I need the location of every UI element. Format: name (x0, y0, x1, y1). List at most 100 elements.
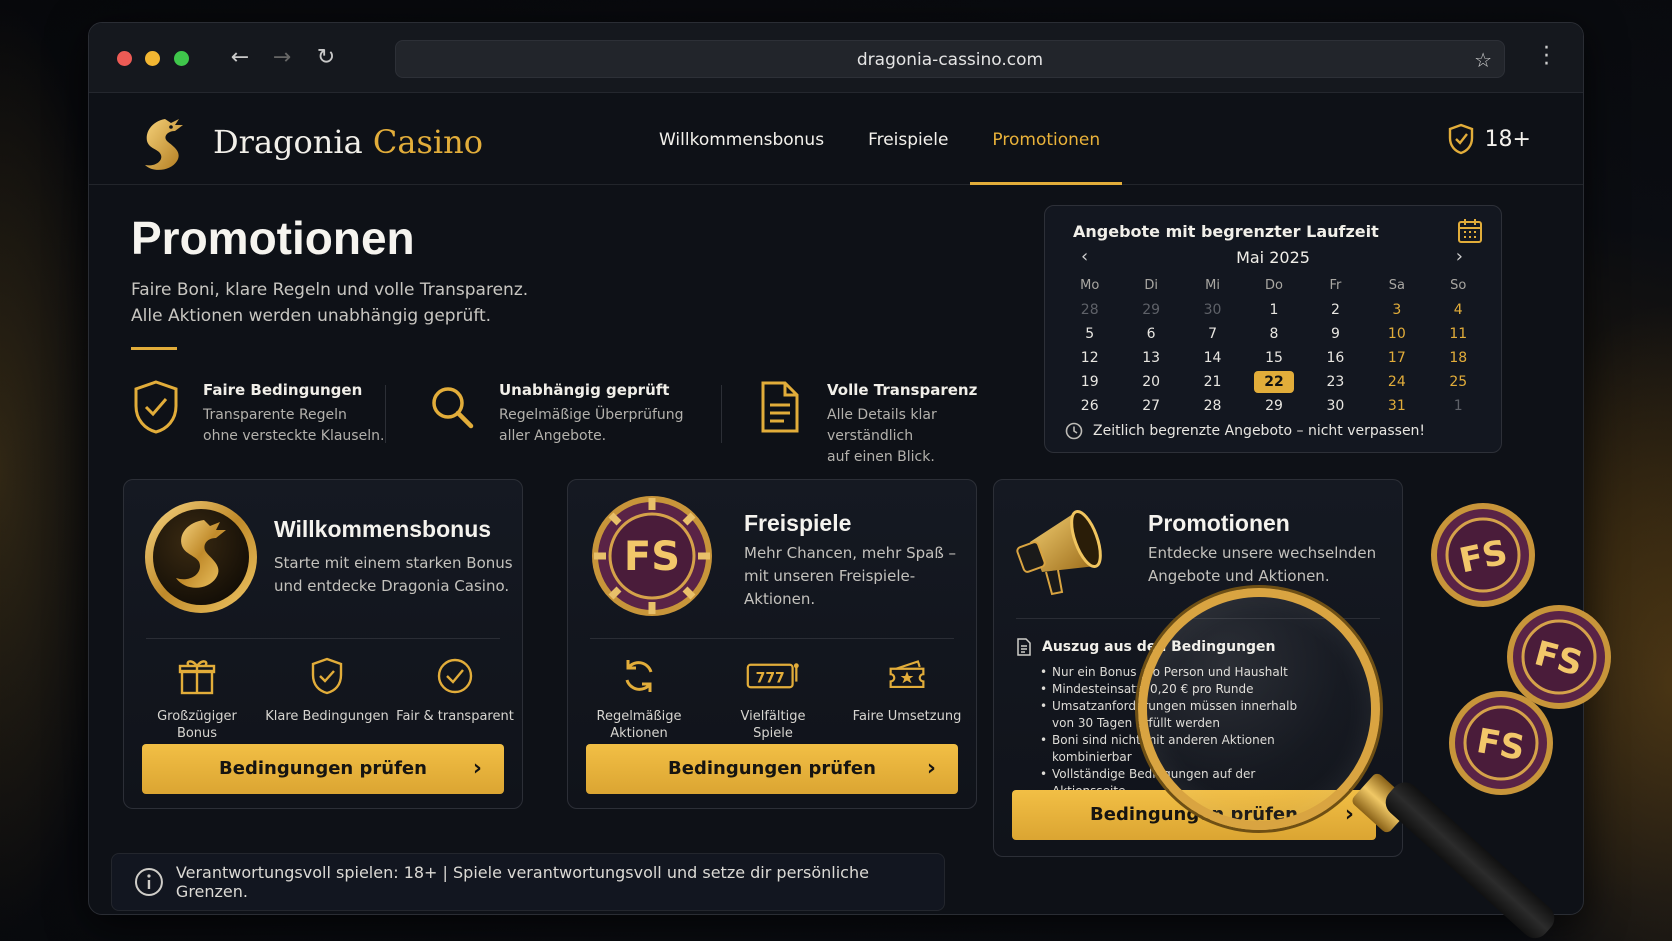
free-spins-card: FS Freispiele Mehr Chancen, mehr Spaß – … (567, 479, 977, 809)
card-divider (146, 638, 500, 639)
calendar-day[interactable]: 16 (1305, 346, 1366, 370)
search-icon (432, 387, 474, 429)
weekday-label: Do (1264, 278, 1283, 293)
calendar-day[interactable]: 4 (1428, 298, 1489, 322)
calendar-day[interactable]: 12 (1059, 346, 1120, 370)
page-title: Promotionen (131, 212, 415, 264)
calendar-day[interactable]: 24 (1366, 370, 1427, 394)
feature-independent: Unabhängig geprüft Regelmäßige Überprüfu… (427, 377, 707, 457)
card-title: Freispiele (744, 510, 852, 536)
calendar-day[interactable]: 21 (1182, 370, 1243, 394)
feature-divider (385, 385, 386, 443)
calendar-week-row: 19 20 21 22 23 24 25 (1059, 370, 1489, 394)
brand-main: Dragonia (213, 123, 363, 161)
calendar-day[interactable]: 14 (1182, 346, 1243, 370)
calendar-day[interactable]: 23 (1305, 370, 1366, 394)
brand-name[interactable]: Dragonia Casino (213, 123, 483, 161)
chevron-right-icon: › (926, 756, 936, 781)
card-desc-line: Angebote und Aktionen. (1148, 567, 1330, 585)
chip-label: FS (624, 534, 680, 580)
browser-menu-icon[interactable]: · · · (1543, 38, 1550, 76)
title-underline (131, 347, 177, 350)
nav-freispiele[interactable]: Freispiele (846, 93, 970, 185)
calendar-day[interactable]: 29 (1243, 394, 1304, 418)
info-icon (134, 868, 163, 896)
back-arrow-icon[interactable]: ← (225, 43, 255, 73)
calendar-week-row: 28 29 30 1 2 3 4 (1059, 298, 1489, 322)
card-desc-line: Mehr Chancen, mehr Spaß – (744, 544, 957, 562)
chevron-right-icon: › (472, 756, 482, 781)
feature-desc-line: Alle Details klar verständlich (827, 407, 937, 444)
calendar-next-icon[interactable]: › (1456, 246, 1463, 267)
calendar-day[interactable]: 25 (1428, 370, 1489, 394)
window-close-button[interactable] (117, 51, 132, 66)
gift-icon (178, 660, 216, 695)
svg-text:777: 777 (756, 671, 785, 687)
perk-label-line: Fair & transparent (396, 709, 514, 724)
calendar-day[interactable]: 7 (1182, 322, 1243, 346)
feature-fair-terms: Faire Bedingungen Transparente Regeln oh… (131, 377, 391, 457)
calendar-day[interactable]: 29 (1120, 298, 1181, 322)
feature-desc: Regelmäßige Überprüfung aller Angebote. (499, 405, 699, 447)
perk-regular-actions: Regelmäßige Aktionen (574, 656, 704, 742)
calendar-day[interactable]: 18 (1428, 346, 1489, 370)
megaphone-icon (1016, 509, 1102, 596)
calendar-day[interactable]: 8 (1243, 322, 1304, 346)
calendar-day[interactable]: 26 (1059, 394, 1120, 418)
address-bar[interactable]: dragonia-cassino.com ☆ (395, 40, 1505, 78)
perk-label: Großzügiger Bonus (132, 708, 262, 742)
feature-title: Unabhängig geprüft (499, 381, 670, 399)
perk-label-line: Klare Bedingungen (265, 709, 389, 724)
calendar-day[interactable]: 30 (1305, 394, 1366, 418)
calendar-icon (1458, 219, 1482, 243)
check-terms-button[interactable]: Bedingungen prüfen › (142, 744, 504, 794)
document-icon (761, 381, 799, 433)
forward-arrow-icon[interactable]: → (267, 43, 297, 73)
clock-icon (1065, 422, 1083, 440)
limited-offers-calendar: Angebote mit begrenzter Laufzeit ‹ Mai 2… (1044, 205, 1502, 453)
calendar-day[interactable]: 17 (1366, 346, 1427, 370)
perk-label: Fair & transparent (390, 708, 520, 725)
nav-willkommensbonus[interactable]: Willkommensbonus (637, 93, 846, 185)
card-desc-line: Starte mit einem starken Bonus (274, 554, 513, 572)
calendar-day[interactable]: 28 (1059, 298, 1120, 322)
perk-fair-transparent: Fair & transparent (390, 656, 520, 725)
calendar-day[interactable]: 3 (1366, 298, 1427, 322)
calendar-day[interactable]: 28 (1182, 394, 1243, 418)
card-description: Mehr Chancen, mehr Spaß – mit unseren Fr… (744, 542, 956, 611)
calendar-day[interactable]: 10 (1366, 322, 1427, 346)
calendar-day[interactable]: 6 (1120, 322, 1181, 346)
perk-label-line: Regelmäßige (596, 709, 682, 724)
calendar-day-today[interactable]: 22 (1243, 370, 1304, 394)
dragon-logo-icon[interactable] (131, 113, 195, 177)
calendar-day[interactable]: 13 (1120, 346, 1181, 370)
window-maximize-button[interactable] (174, 51, 189, 66)
weekday-label: Fr (1329, 278, 1342, 293)
calendar-day[interactable]: 31 (1366, 394, 1427, 418)
page-subtitle: Faire Boni, klare Regeln und volle Trans… (131, 277, 528, 329)
calendar-day[interactable]: 19 (1059, 370, 1120, 394)
reload-icon[interactable]: ↻ (311, 43, 341, 73)
calendar-day[interactable]: 1 (1428, 394, 1489, 418)
dragon-coin-icon (145, 501, 257, 613)
calendar-day[interactable]: 30 (1182, 298, 1243, 322)
window-minimize-button[interactable] (145, 51, 160, 66)
nav-promotionen[interactable]: Promotionen (970, 93, 1122, 185)
calendar-day[interactable]: 11 (1428, 322, 1489, 346)
calendar-day[interactable]: 27 (1120, 394, 1181, 418)
calendar-title: Angebote mit begrenzter Laufzeit (1073, 222, 1379, 241)
calendar-day[interactable]: 5 (1059, 322, 1120, 346)
calendar-day[interactable]: 2 (1305, 298, 1366, 322)
fs-chip-icon: FS (1431, 503, 1535, 607)
calendar-day[interactable]: 1 (1243, 298, 1304, 322)
weekday-label: So (1450, 278, 1467, 293)
age-label: 18+ (1484, 126, 1531, 152)
calendar-day[interactable]: 15 (1243, 346, 1304, 370)
shield-check-icon (311, 657, 343, 695)
calendar-day[interactable]: 9 (1305, 322, 1366, 346)
responsible-gaming-text: Verantwortungsvoll spielen: 18+ | Spiele… (175, 863, 869, 901)
bookmark-star-icon[interactable]: ☆ (1474, 41, 1492, 79)
check-terms-button[interactable]: Bedingungen prüfen › (586, 744, 958, 794)
today-highlight: 22 (1253, 371, 1294, 393)
calendar-day[interactable]: 20 (1120, 370, 1181, 394)
